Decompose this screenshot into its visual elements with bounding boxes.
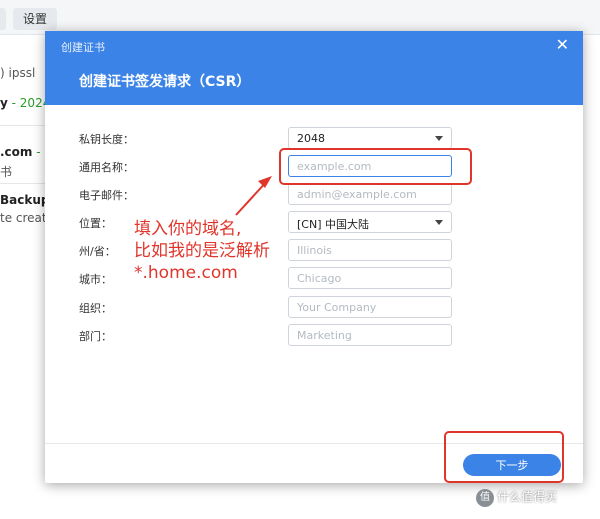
annotation-arrow <box>235 176 272 216</box>
watermark-logo-icon: 值 <box>476 488 494 507</box>
annotation-line-3: *.home.com <box>134 263 238 283</box>
annotation-line-1: 填入你的域名, <box>134 219 242 239</box>
watermark: 值什么值得买 <box>476 488 557 507</box>
annotation-note: 填入你的域名, 比如我的是泛解析 *.home.com <box>134 218 270 284</box>
watermark-text: 什么值得买 <box>497 490 558 504</box>
annotation-arrow-head <box>258 176 272 188</box>
annotation-line-2: 比如我的是泛解析 <box>134 241 270 261</box>
